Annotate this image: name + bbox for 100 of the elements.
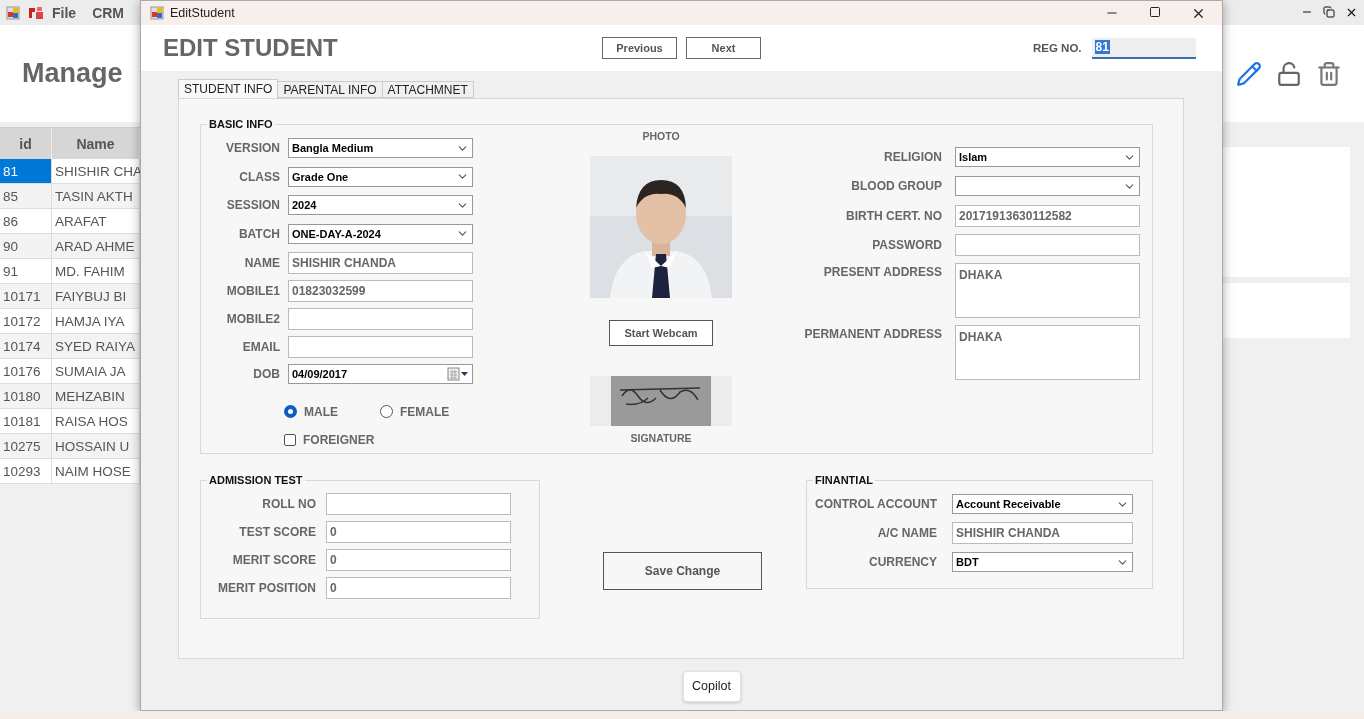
date-picker[interactable]: 04/09/2017 <box>288 364 473 384</box>
text-field[interactable]: 0 <box>326 577 511 599</box>
edit-icon[interactable] <box>1236 60 1262 87</box>
table-cell[interactable]: MD. FAHIM <box>52 259 140 284</box>
field-label: VERSION <box>225 141 281 155</box>
text-field[interactable] <box>288 336 473 358</box>
dropdown[interactable] <box>955 176 1140 196</box>
calendar-icon <box>447 367 469 381</box>
text-field[interactable]: 20171913630112582 <box>955 205 1140 227</box>
text-field[interactable]: 0 <box>326 521 511 543</box>
menu-item[interactable]: CRM <box>92 4 124 21</box>
tab[interactable]: PARENTAL INFO <box>277 81 383 98</box>
group-title: ADMISSION TEST <box>208 474 304 486</box>
radio-button[interactable] <box>380 405 393 418</box>
table-cell[interactable]: ARAFAT <box>52 209 140 234</box>
field-label: BATCH <box>237 226 281 241</box>
field-label: MERIT POSITION <box>217 581 317 595</box>
text-field[interactable]: 01823032599 <box>288 280 473 302</box>
table-cell[interactable]: SYED RAIYA <box>52 334 140 359</box>
field-label: MOBILE2 <box>225 312 281 326</box>
table-cell[interactable]: 10293 <box>0 459 52 484</box>
tab[interactable]: ATTACHMNET <box>381 81 474 98</box>
table-cell[interactable]: NAIM HOSE <box>52 459 140 484</box>
nav-button[interactable]: Next <box>686 37 761 59</box>
field-label: PERMANENT ADDRESS <box>803 326 943 341</box>
field-label: BIRTH CERT. NO <box>845 209 943 223</box>
webcam-button[interactable]: Start Webcam <box>609 320 713 346</box>
text-field[interactable]: SHISHIR CHANDA <box>952 522 1133 544</box>
dropdown[interactable]: BDT <box>952 552 1133 572</box>
maximize-icon[interactable] <box>1149 5 1161 18</box>
field-label: CONTROL ACCOUNT <box>814 497 938 511</box>
field-label: TEST SCORE <box>238 525 317 539</box>
table-cell[interactable]: 10171 <box>0 284 52 309</box>
table-cell[interactable]: RAISA HOS <box>52 409 140 434</box>
radio-label: FEMALE <box>400 404 450 419</box>
radio-button[interactable] <box>284 405 297 418</box>
reg-no-field[interactable]: 81 <box>1091 37 1196 59</box>
text-field[interactable] <box>326 493 511 515</box>
group-title: BASIC INFO <box>208 118 274 130</box>
address-field[interactable]: DHAKA <box>955 263 1140 318</box>
table-cell[interactable]: 81 <box>0 159 52 184</box>
table-cell[interactable]: 10176 <box>0 359 52 384</box>
save-button[interactable]: Save Change <box>603 552 762 590</box>
table-cell[interactable]: 86 <box>0 209 52 234</box>
field-label: RELIGION <box>883 150 943 164</box>
photo-label: PHOTO <box>642 130 680 142</box>
dialog-heading: EDIT STUDENT <box>163 34 339 62</box>
field-label: PRESENT ADDRESS <box>822 264 943 279</box>
signature-label: SIGNATURE <box>630 432 692 444</box>
text-field[interactable]: SHISHIR CHANDA <box>288 252 473 274</box>
table-cell[interactable]: 91 <box>0 259 52 284</box>
field-label: DOB <box>252 367 281 381</box>
text-field[interactable] <box>955 234 1140 256</box>
dropdown[interactable]: Account Receivable <box>952 494 1133 514</box>
text-field[interactable] <box>288 308 473 330</box>
dropdown[interactable]: Islam <box>955 147 1140 167</box>
dropdown[interactable]: Bangla Medium <box>288 138 473 158</box>
tab[interactable]: STUDENT INFO <box>178 79 279 98</box>
app-icon <box>150 6 164 20</box>
nav-button[interactable]: Previous <box>602 37 677 59</box>
table-cell[interactable]: 90 <box>0 234 52 259</box>
restore-icon[interactable] <box>1323 6 1335 18</box>
app-icon <box>6 5 20 20</box>
table-cell[interactable]: FAIYBUJ BI <box>52 284 140 309</box>
table-cell[interactable]: 10172 <box>0 309 52 334</box>
table-cell[interactable]: MEHZABIN <box>52 384 140 409</box>
field-label: NAME <box>243 256 281 270</box>
table-cell[interactable]: 10174 <box>0 334 52 359</box>
lock-icon[interactable] <box>1276 60 1302 87</box>
table-cell[interactable]: ARAD AHME <box>52 234 140 259</box>
dropdown[interactable]: ONE-DAY-A-2024 <box>288 223 473 244</box>
table-cell[interactable]: 10181 <box>0 409 52 434</box>
app-icon <box>28 5 44 20</box>
field-label: MERIT SCORE <box>231 553 317 567</box>
close-icon[interactable] <box>1345 6 1358 19</box>
trash-icon[interactable] <box>1316 60 1342 87</box>
table-cell[interactable]: SUMAIA JA <box>52 359 140 384</box>
dropdown[interactable]: 2024 <box>288 195 473 215</box>
field-label: SESSION <box>225 198 281 212</box>
field-label: ROLL NO <box>261 497 317 511</box>
table-cell[interactable]: 85 <box>0 184 52 209</box>
table-cell[interactable]: 10180 <box>0 384 52 409</box>
table-cell[interactable]: HAMJA IYA <box>52 309 140 334</box>
checkbox[interactable] <box>284 433 296 446</box>
table-cell[interactable]: HOSSAIN U <box>52 434 140 459</box>
table-cell[interactable]: TASIN AKTH <box>52 184 140 209</box>
dropdown[interactable]: Grade One <box>288 166 473 187</box>
text-field[interactable]: 0 <box>326 549 511 571</box>
group-title: FINANTIAL <box>814 474 875 486</box>
window-title: EditStudent <box>170 6 235 20</box>
field-label: PASSWORD <box>871 238 943 252</box>
column-header[interactable]: id <box>0 128 52 159</box>
copilot-button[interactable]: Copilot <box>682 670 741 702</box>
field-label: REG NO. <box>1033 42 1082 54</box>
field-label: CLASS <box>238 169 281 184</box>
menu-item[interactable]: File <box>52 4 77 21</box>
address-field[interactable]: DHAKA <box>955 325 1140 380</box>
field-label: MOBILE1 <box>225 284 281 298</box>
table-cell[interactable]: 10275 <box>0 434 52 459</box>
column-header[interactable]: Name <box>52 128 140 159</box>
